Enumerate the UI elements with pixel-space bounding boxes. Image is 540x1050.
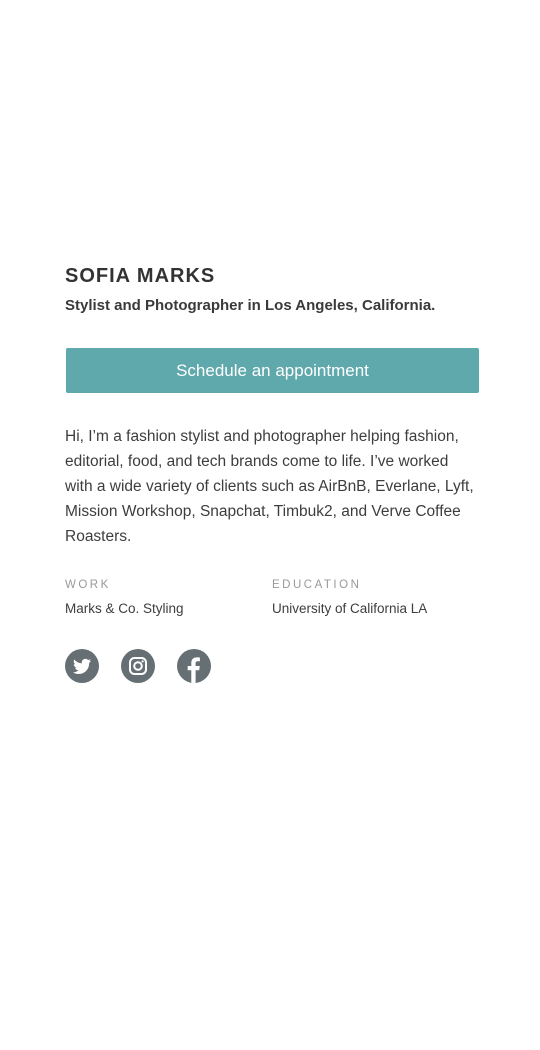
twitter-link[interactable]: [65, 649, 99, 683]
schedule-appointment-button[interactable]: Schedule an appointment: [66, 348, 479, 393]
profile-name: SOFIA MARKS: [65, 265, 216, 287]
profile-tagline: Stylist and Photographer in Los Angeles,…: [65, 297, 436, 314]
profile-meta: WORK Marks & Co. Styling EDUCATION Unive…: [65, 577, 479, 618]
social-links: [65, 649, 479, 683]
profile-card: SOFIA MARKS Stylist and Photographer in …: [65, 262, 479, 683]
instagram-link[interactable]: [121, 649, 155, 683]
work-section: WORK Marks & Co. Styling: [65, 577, 272, 618]
work-value: Marks & Co. Styling: [65, 601, 184, 616]
profile-bio: Hi, I’m a fashion stylist and photograph…: [65, 428, 474, 545]
education-value: University of California LA: [272, 601, 428, 616]
work-label: WORK: [65, 579, 111, 591]
facebook-link[interactable]: [177, 649, 211, 683]
instagram-icon: [121, 649, 155, 683]
education-section: EDUCATION University of California LA: [272, 577, 479, 618]
education-label: EDUCATION: [272, 579, 362, 591]
twitter-icon: [65, 649, 99, 683]
facebook-icon: [177, 649, 211, 683]
